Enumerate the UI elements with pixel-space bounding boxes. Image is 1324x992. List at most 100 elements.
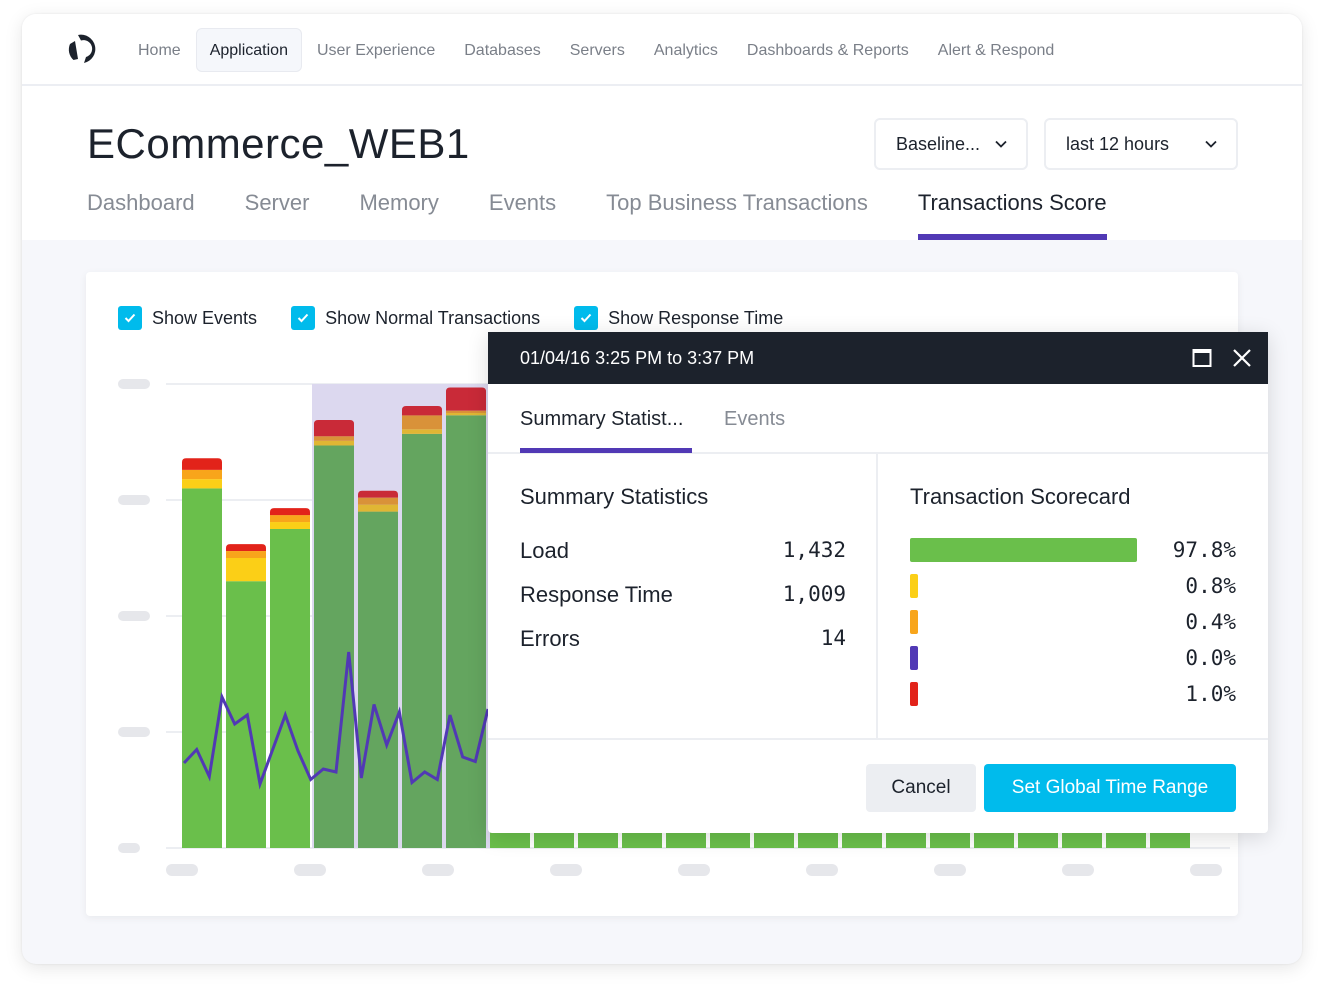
transaction-scorecard-title: Transaction Scorecard [910,484,1131,509]
maximize-icon[interactable] [1192,348,1212,368]
checkbox-checked[interactable] [574,306,599,330]
bar-segment-very-slow [314,436,354,441]
show-response-time-label: Show Response Time [608,307,784,328]
tab-dashboard[interactable]: Dashboard [87,190,195,240]
x-tick-label [166,864,198,876]
summary-statistics-panel: Summary Statistics Load 1,432 Response T… [488,454,878,738]
bar-segment-error [314,419,354,437]
sub-tabs: Dashboard Server Memory Events Top Busin… [87,190,1157,240]
bar-segment-normal [314,445,354,848]
bar-segment-error [226,544,266,552]
tab-events[interactable]: Events [489,190,556,240]
stat-label: Errors [520,626,580,651]
bar-segment-slow [358,504,398,512]
chevron-down-icon [995,140,1007,148]
baseline-dropdown[interactable]: Baseline... [874,118,1028,170]
bar-segment-normal [886,830,926,848]
cancel-button[interactable]: Cancel [866,764,976,812]
scorecard-row-error: 1.0% [910,682,1236,706]
scorecard-value: 0.4% [1185,610,1236,634]
top-navigation: Home Application User Experience Databas… [22,14,1302,86]
summary-statistics-title: Summary Statistics [520,484,709,509]
bar-segment-normal [490,830,530,848]
main-menu: Home Application User Experience Databas… [124,28,1069,72]
stat-value: 1,432 [782,538,846,562]
nav-servers[interactable]: Servers [556,28,639,72]
checkbox-checked[interactable] [118,306,142,330]
x-tick-label [678,864,710,876]
scorecard-bar [910,646,918,670]
nav-databases[interactable]: Databases [450,28,555,72]
show-events-checkbox[interactable]: Show Events [118,306,257,330]
bar-segment-normal [402,433,442,848]
bar-segment-error [358,490,398,498]
scorecard-value: 0.0% [1185,646,1236,670]
tab-events[interactable]: Events [724,408,785,431]
bar-segment-slow [446,413,486,416]
bar-segment-slow [182,479,222,489]
app-window: Home Application User Experience Databas… [22,14,1302,964]
popup-header: 01/04/16 3:25 PM to 3:37 PM [488,332,1268,384]
nav-home[interactable]: Home [124,28,195,72]
stat-row-response-time: Response Time 1,009 [520,582,846,608]
show-response-time-checkbox[interactable]: Show Response Time [574,306,783,330]
show-normal-transactions-checkbox[interactable]: Show Normal Transactions [291,306,540,330]
tab-memory[interactable]: Memory [359,190,438,240]
scorecard-bar [910,682,918,706]
stat-value: 1,009 [782,582,846,606]
bar-segment-normal [622,830,662,848]
chart-filters: Show Events Show Normal Transactions Sho… [118,306,817,330]
bar-segment-error [446,387,486,411]
nav-analytics[interactable]: Analytics [640,28,732,72]
y-tick-label [118,727,150,737]
nav-application[interactable]: Application [195,28,302,72]
tab-server[interactable]: Server [245,190,310,240]
bar-segment-very-slow [358,497,398,505]
bar-segment-normal [182,488,222,848]
y-tick-label [118,495,150,505]
bar-segment-normal [798,830,838,848]
bar-segment-normal [930,830,970,848]
bar-segment-normal [446,415,486,848]
tab-top-business-transactions[interactable]: Top Business Transactions [606,190,868,240]
bar-segment-slow [314,440,354,446]
stat-row-errors: Errors 14 [520,626,846,652]
bar-segment-slow [226,558,266,582]
time-range-popup: 01/04/16 3:25 PM to 3:37 PM Summary Stat… [488,332,1268,833]
baseline-dropdown-value: Baseline... [896,133,981,154]
stat-label: Response Time [520,582,673,607]
brand-logo-icon[interactable] [64,32,98,66]
bar-segment-normal [842,830,882,848]
checkmark-icon [297,313,309,323]
page-header: ECommerce_WEB1 Baseline... last 12 hours… [22,86,1302,240]
chevron-down-icon [1205,140,1217,148]
bar-segment-error [182,458,222,470]
bar-segment-error [402,406,442,416]
time-range-dropdown[interactable]: last 12 hours [1044,118,1238,170]
bar-segment-slow [270,522,310,529]
scorecard-value: 0.8% [1185,574,1236,598]
set-global-time-range-button[interactable]: Set Global Time Range [984,764,1236,812]
bar-segment-normal [1018,830,1058,848]
scorecard-bar [910,610,918,634]
bar-segment-very-slow [182,469,222,480]
x-tick-label [934,864,966,876]
scorecard-bar [910,574,918,598]
close-icon[interactable] [1232,348,1252,368]
bar-segment-error [270,508,310,516]
stat-row-load: Load 1,432 [520,538,846,564]
bar-segment-normal [578,830,618,848]
popup-title: 01/04/16 3:25 PM to 3:37 PM [520,347,755,368]
stat-value: 14 [820,626,846,650]
checkbox-checked[interactable] [291,306,316,330]
x-tick-label [422,864,454,876]
nav-dashboards-reports[interactable]: Dashboards & Reports [733,28,923,72]
nav-alert-respond[interactable]: Alert & Respond [924,28,1069,72]
bar-segment-very-slow [226,551,266,558]
tab-summary-statistics[interactable]: Summary Statist... [520,408,683,431]
nav-user-experience[interactable]: User Experience [303,28,449,72]
bar-segment-very-slow [402,415,442,430]
scorecard-value: 1.0% [1185,682,1236,706]
tab-transactions-score[interactable]: Transactions Score [917,190,1107,240]
show-normal-transactions-label: Show Normal Transactions [325,307,541,328]
